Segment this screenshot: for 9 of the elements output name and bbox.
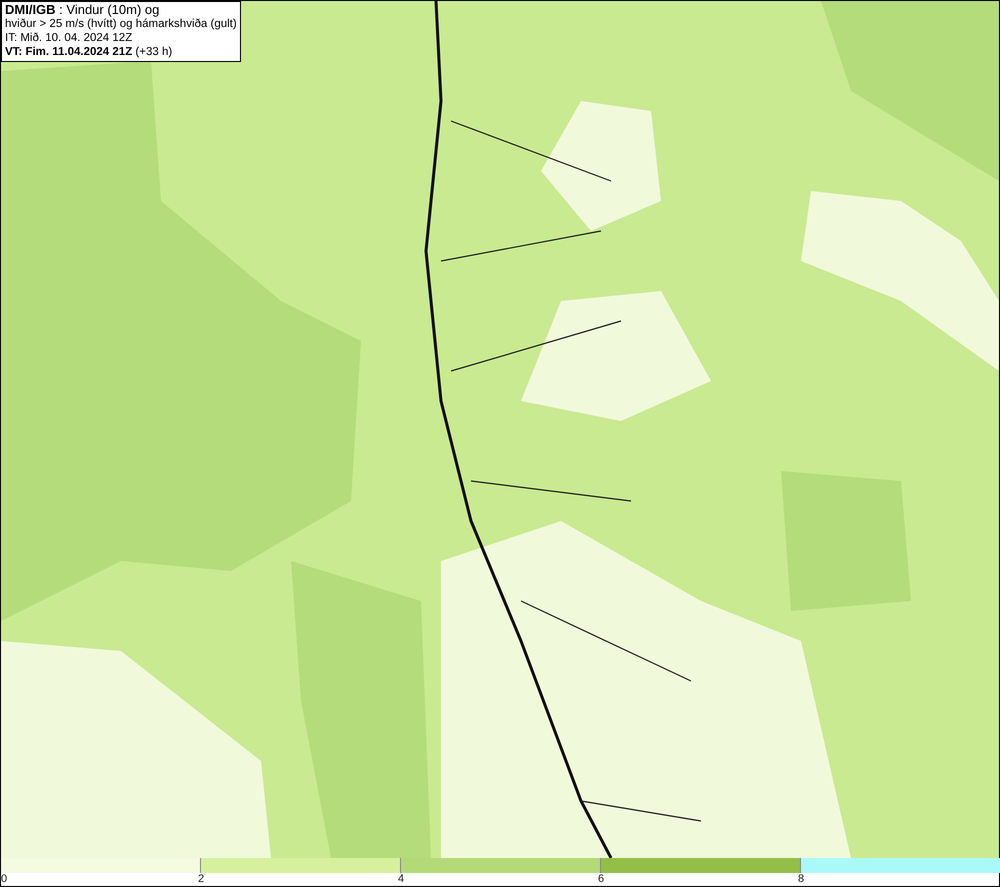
title-line: VT: Fim. 11.04.2024 21Z (+33 h) [5,45,174,59]
legend-tick-label: 4 [398,873,404,886]
title-line: hviður > 25 m/s (hvítt) og hámarkshviða (gult) [5,17,237,31]
legend-tick-label: 6 [598,873,604,886]
title-line: DMI/IGB : Vindur (10m) og [5,3,160,17]
legend-tick-label: 2 [198,873,204,886]
legend-tick-label: 0 [1,873,8,886]
legend-tick-label: 8 [798,873,804,886]
title-line: IT: Mið. 10. 04. 2024 12Z [5,31,134,45]
